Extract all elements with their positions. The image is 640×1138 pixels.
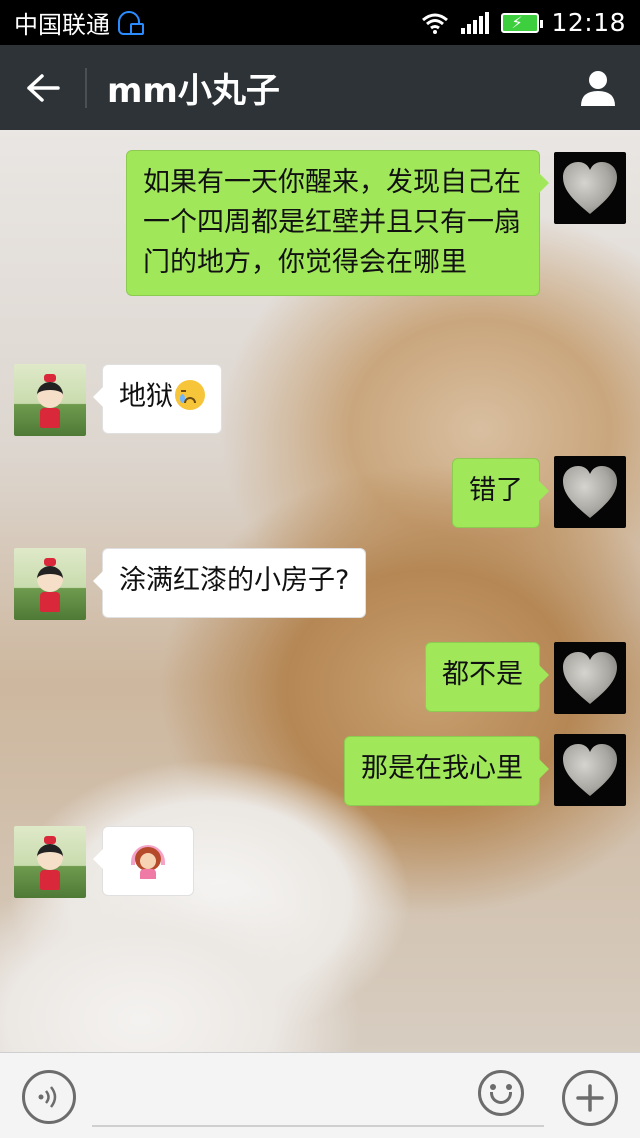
status-bar: 中国联通 ⚡ 12:18 (0, 0, 640, 45)
input-bar (0, 1052, 640, 1138)
voice-button[interactable] (22, 1070, 76, 1124)
heart-moon-avatar[interactable] (554, 642, 626, 714)
message-text: 地狱 (119, 381, 173, 412)
message-text: 那是在我心里 (361, 753, 523, 784)
chat-title: mm小丸子 (107, 71, 280, 111)
message-bubble[interactable]: 都不是 (425, 642, 549, 712)
message-text: 错了 (469, 475, 523, 506)
header-divider (85, 67, 87, 108)
message-text: 涂满红漆的小房子? (119, 565, 350, 596)
heart-moon-avatar[interactable] (554, 456, 626, 528)
person-icon (580, 70, 615, 106)
back-arrow-icon (26, 73, 60, 102)
crying-face-emoji (175, 380, 205, 410)
woman-ok-gesture-emoji (131, 845, 165, 879)
status-time: 12:18 (551, 8, 626, 37)
carrier-name: 中国联通 (14, 11, 110, 39)
message-text: 都不是 (442, 659, 523, 690)
heart-moon-avatar[interactable] (554, 734, 626, 806)
message-bubble[interactable]: 那是在我心里 (344, 736, 549, 806)
message-bubble[interactable]: 错了 (452, 458, 549, 528)
signal-icon (461, 11, 490, 34)
plus-button[interactable] (562, 1070, 618, 1126)
girl-avatar[interactable] (14, 826, 86, 898)
heart-moon-avatar[interactable] (554, 152, 626, 224)
status-right: ⚡ 12:18 (421, 8, 626, 37)
battery-charging-icon: ⚡ (501, 12, 544, 33)
girl-avatar[interactable] (14, 548, 86, 620)
chat-header: mm小丸子 (0, 45, 640, 130)
message-bubble[interactable]: 如果有一天你醒来，发现自己在一个四周都是红壁并且只有一扇门的地方，你觉得会在哪里 (126, 150, 549, 296)
plus-icon (576, 1084, 604, 1112)
message-bubble[interactable]: 涂满红漆的小房子? (92, 548, 367, 618)
chat-area[interactable]: 如果有一天你醒来，发现自己在一个四周都是红壁并且只有一扇门的地方，你觉得会在哪里… (0, 130, 640, 1052)
profile-button[interactable] (555, 45, 640, 130)
voice-icon (38, 1086, 57, 1108)
carrier-hd-icon (118, 10, 144, 35)
wifi-icon (422, 13, 449, 34)
message-text: 如果有一天你醒来，发现自己在一个四周都是红壁并且只有一扇门的地方，你觉得会在哪里 (143, 167, 521, 278)
emoji-button[interactable] (478, 1070, 524, 1116)
status-left: 中国联通 (14, 5, 144, 40)
girl-avatar[interactable] (14, 364, 86, 436)
message-input[interactable] (92, 1071, 544, 1127)
message-bubble[interactable]: 地狱 (93, 364, 222, 434)
message-bubble[interactable] (93, 826, 194, 896)
back-button[interactable] (0, 45, 85, 130)
